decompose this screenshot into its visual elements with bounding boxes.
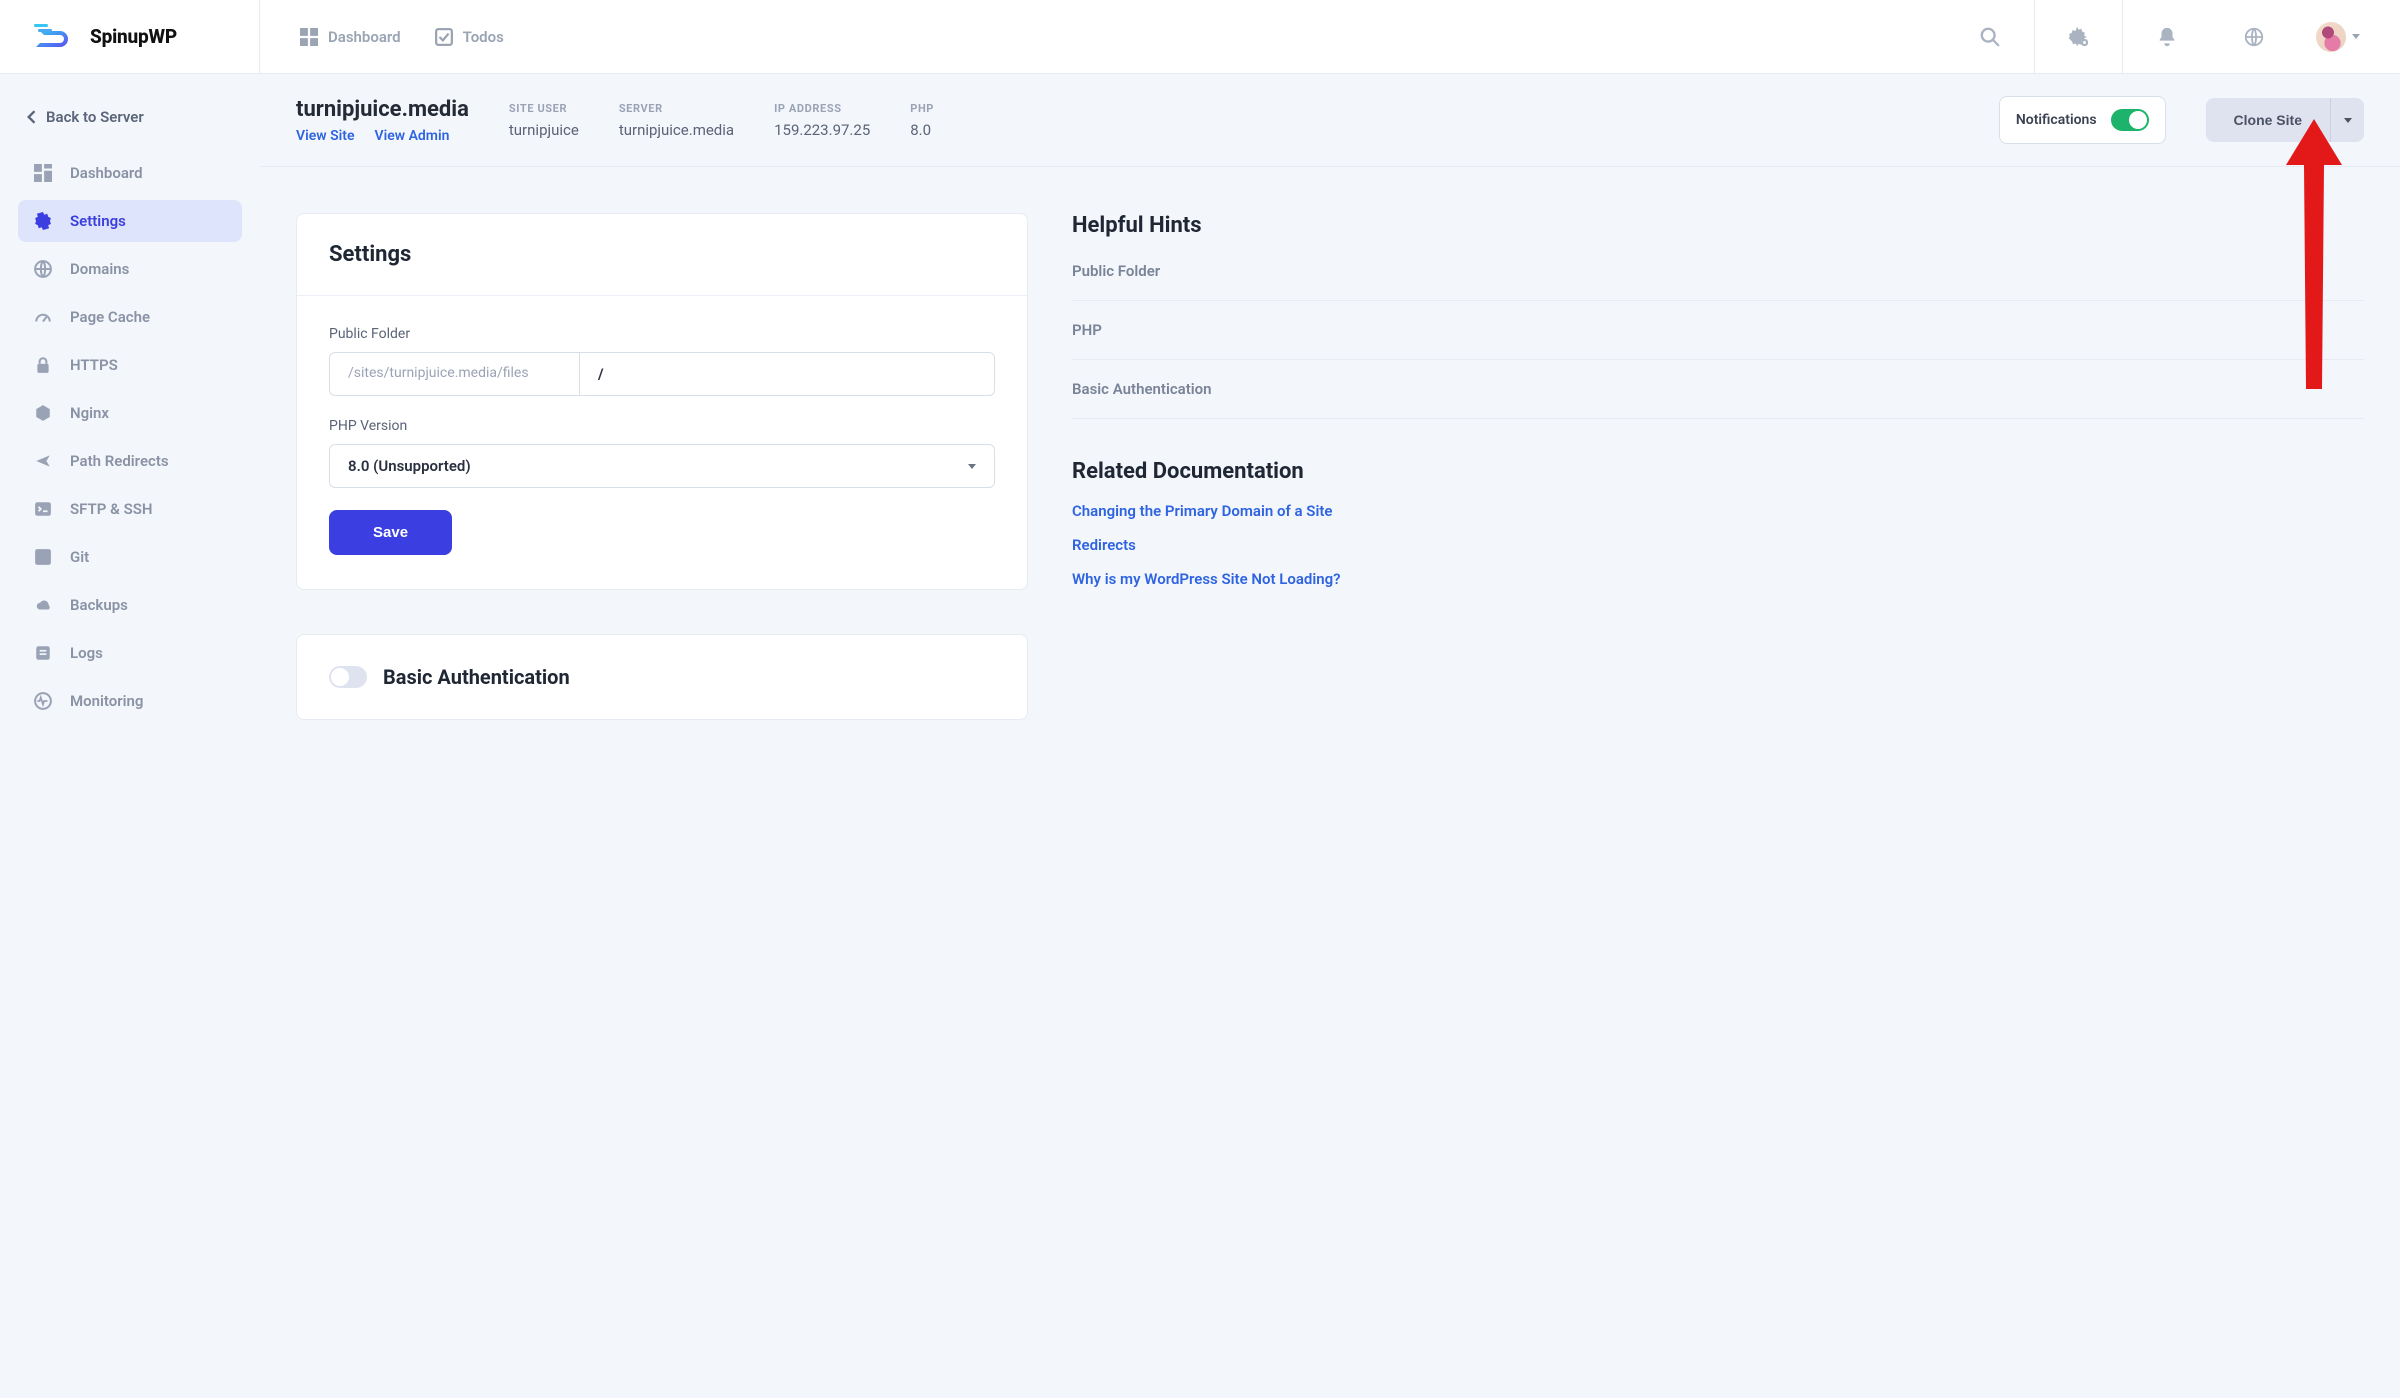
notifications-toggle[interactable] [2111, 109, 2149, 131]
related-docs-heading: Related Documentation [1072, 459, 2364, 484]
main-panel: turnipjuice.media View Site View Admin S… [260, 74, 2400, 1398]
hint-basic-auth[interactable]: Basic Authentication [1072, 360, 2364, 419]
sidebar-item-dashboard[interactable]: Dashboard [18, 152, 242, 194]
meta-label-server: SERVER [619, 102, 734, 115]
sidebar-item-label: HTTPS [70, 356, 118, 374]
settings-card: Settings Public Folder /sites/turnipjuic… [296, 213, 1028, 590]
sidebar-item-label: Backups [70, 596, 128, 614]
meta-value-site-user: turnipjuice [509, 121, 579, 139]
sidebar-item-label: Git [70, 548, 89, 566]
basic-auth-toggle[interactable] [329, 666, 367, 688]
notifications-label: Notifications [2016, 112, 2097, 128]
sidebar-item-path-redirects[interactable]: Path Redirects [18, 440, 242, 482]
sidebar-item-domains[interactable]: Domains [18, 248, 242, 290]
sidebar-item-nginx[interactable]: Nginx [18, 392, 242, 434]
save-button[interactable]: Save [329, 510, 452, 555]
git-icon [34, 548, 52, 566]
sidebar-item-page-cache[interactable]: Page Cache [18, 296, 242, 338]
sidebar-item-backups[interactable]: Backups [18, 584, 242, 626]
sidebar-item-git[interactable]: Git [18, 536, 242, 578]
sidebar-item-label: Dashboard [70, 164, 143, 182]
basic-auth-card: Basic Authentication [296, 634, 1028, 720]
view-site-link[interactable]: View Site [296, 128, 355, 144]
logo-mark-icon [34, 24, 78, 50]
sidebar-item-label: Page Cache [70, 308, 150, 326]
php-version-selected: 8.0 (Unsupported) [348, 457, 471, 475]
lock-icon [34, 356, 52, 374]
public-folder-input[interactable] [579, 352, 995, 396]
settings-card-title: Settings [329, 242, 995, 267]
meta-value-ip: 159.223.97.25 [774, 121, 870, 139]
doc-link-not-loading[interactable]: Why is my WordPress Site Not Loading? [1072, 570, 2364, 588]
header-nav-dashboard[interactable]: Dashboard [300, 28, 401, 46]
header-nav-label: Dashboard [328, 28, 401, 46]
search-icon[interactable] [1946, 0, 2034, 74]
view-admin-link[interactable]: View Admin [375, 128, 450, 144]
clone-site-button[interactable]: Clone Site [2206, 98, 2330, 142]
meta-label-site-user: SITE USER [509, 102, 579, 115]
hint-php[interactable]: PHP [1072, 301, 2364, 360]
user-menu[interactable] [2298, 22, 2372, 52]
sidebar-item-label: SFTP & SSH [70, 500, 153, 518]
gear-icon [34, 212, 52, 230]
sidebar-item-https[interactable]: HTTPS [18, 344, 242, 386]
sidebar-item-label: Nginx [70, 404, 109, 422]
doc-link-redirects[interactable]: Redirects [1072, 536, 2364, 554]
sidebar-item-logs[interactable]: Logs [18, 632, 242, 674]
file-icon [34, 644, 52, 662]
php-version-select[interactable]: 8.0 (Unsupported) [329, 444, 995, 488]
sidebar-item-label: Settings [70, 212, 126, 230]
pulse-icon [34, 692, 52, 710]
logo[interactable]: SpinupWP [0, 0, 260, 74]
gauge-icon [34, 308, 52, 326]
php-version-label: PHP Version [329, 418, 995, 434]
sidebar-item-label: Domains [70, 260, 129, 278]
share-icon [34, 452, 52, 470]
brand-name: SpinupWP [90, 25, 177, 48]
public-folder-label: Public Folder [329, 326, 995, 342]
sidebar-item-sftp-ssh[interactable]: SFTP & SSH [18, 488, 242, 530]
clone-site-dropdown[interactable] [2330, 98, 2364, 142]
chevron-down-icon [2344, 118, 2352, 123]
sidebar-item-label: Logs [70, 644, 103, 662]
bell-icon[interactable] [2122, 0, 2210, 74]
sidebar-item-label: Path Redirects [70, 452, 169, 470]
chevron-down-icon [968, 464, 976, 469]
notifications-box: Notifications [1999, 96, 2166, 144]
gear-icon[interactable] [2034, 0, 2122, 74]
basic-auth-title: Basic Authentication [383, 665, 570, 689]
sidebar-item-label: Monitoring [70, 692, 143, 710]
doc-link-primary-domain[interactable]: Changing the Primary Domain of a Site [1072, 502, 2364, 520]
back-to-server-link[interactable]: Back to Server [18, 100, 242, 152]
sidebar-item-monitoring[interactable]: Monitoring [18, 680, 242, 722]
globe-icon [34, 260, 52, 278]
terminal-icon [34, 500, 52, 518]
top-header: Dashboard Todos [260, 0, 2400, 74]
avatar [2316, 22, 2346, 52]
back-label: Back to Server [46, 108, 144, 126]
cloud-icon [34, 596, 52, 614]
meta-value-server[interactable]: turnipjuice.media [619, 121, 734, 139]
meta-label-ip: IP ADDRESS [774, 102, 870, 115]
public-folder-base: /sites/turnipjuice.media/files [329, 352, 579, 396]
sidebar: Back to Server Dashboard Settings Domain… [0, 74, 260, 1398]
helpful-hints-heading: Helpful Hints [1072, 213, 2364, 238]
hexagon-icon [34, 404, 52, 422]
grid-icon [34, 164, 52, 182]
hint-public-folder[interactable]: Public Folder [1072, 258, 2364, 301]
site-header: turnipjuice.media View Site View Admin S… [260, 74, 2400, 167]
chevron-down-icon [2352, 34, 2360, 39]
meta-value-php: 8.0 [910, 121, 934, 139]
meta-label-php: PHP [910, 102, 934, 115]
sidebar-item-settings[interactable]: Settings [18, 200, 242, 242]
site-domain: turnipjuice.media [296, 97, 469, 122]
globe-icon[interactable] [2210, 0, 2298, 74]
header-nav-todos[interactable]: Todos [435, 28, 504, 46]
header-nav-label: Todos [463, 28, 504, 46]
